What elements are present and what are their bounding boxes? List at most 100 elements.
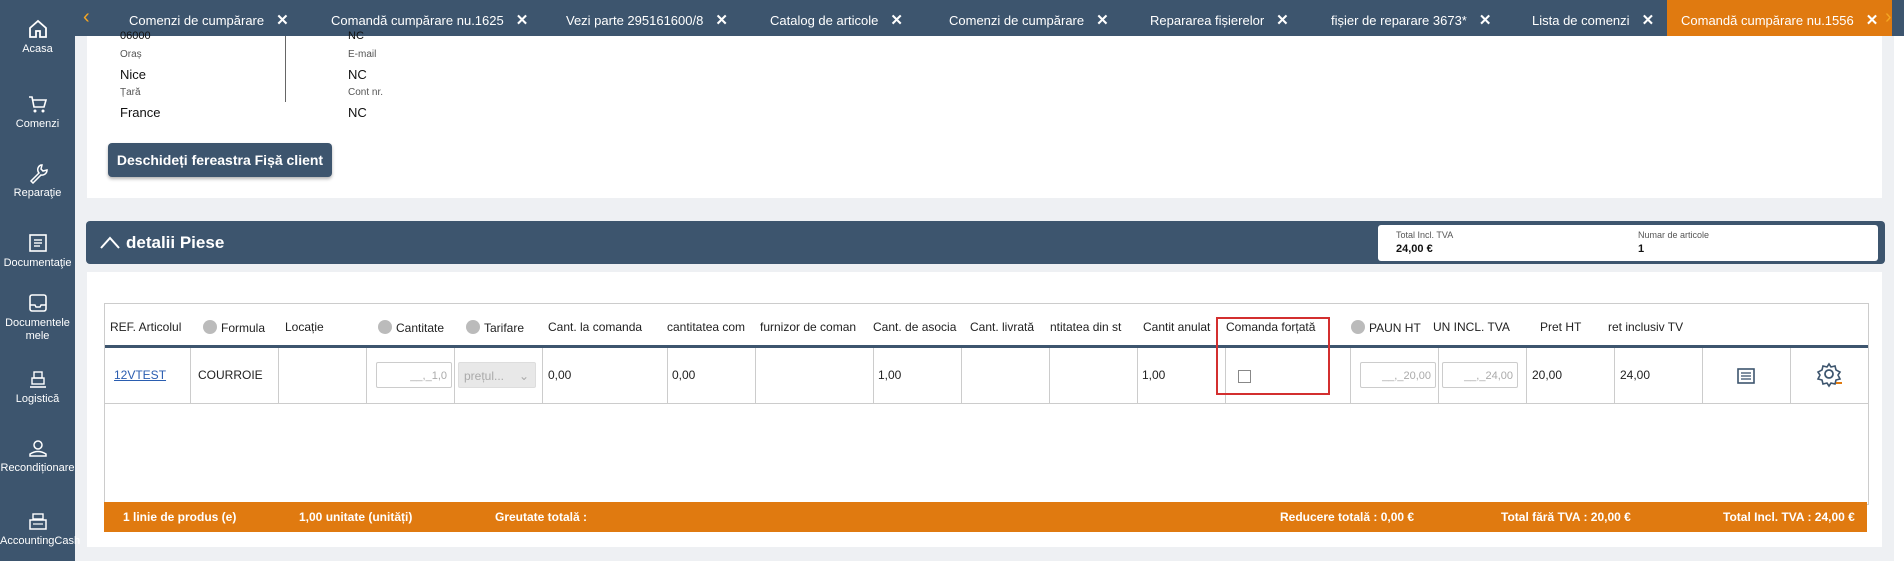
total-incl-value: 24,00 € (1396, 243, 1433, 255)
sidebar-item-label: Documentaţie (3, 257, 72, 269)
email-label: E-mail (348, 49, 377, 60)
column-header[interactable]: Tarifare (466, 320, 541, 335)
total-discount: Reducere totală : 0,00 € (1280, 510, 1415, 524)
tab-label: Catalog de articole (770, 13, 879, 28)
city-label: Oraș (120, 49, 142, 60)
country-value: France (120, 105, 161, 120)
tab-label: Comandă cumpărare nu.1556 (1681, 13, 1854, 28)
formula-value: COURROIE (198, 368, 263, 382)
sidebar-item-label: Comenzi (15, 118, 60, 130)
section-title: detalii Piese (126, 233, 225, 252)
sidebar-item-acasa[interactable]: Acasa (0, 18, 75, 56)
pricing-select[interactable]: prețul... ⌄ (458, 362, 536, 388)
recondition-icon (28, 440, 47, 457)
tab-catalog-articole[interactable]: Catalog de articole ✕ (770, 0, 903, 36)
visibility-icon[interactable] (378, 320, 392, 334)
cash-register-icon (28, 513, 47, 530)
postal-code-value: 06000 (120, 30, 151, 42)
visibility-icon[interactable] (203, 320, 217, 334)
column-header[interactable]: UN INCL. TVA (1433, 320, 1513, 334)
paun-ht-input[interactable]: __,_20,00 (1360, 362, 1436, 388)
column-header[interactable]: PAUN HT (1351, 320, 1431, 335)
city-value: Nice (120, 67, 147, 82)
tab-fisier-reparare[interactable]: fișier de reparare 3673* ✕ (1331, 0, 1491, 36)
tab-scroll-left-icon[interactable]: ‹ (83, 6, 90, 29)
scrollbar[interactable] (1894, 36, 1904, 561)
open-client-file-button[interactable]: Deschideți fereastra Fișă client (108, 143, 332, 177)
cart-icon (28, 96, 47, 113)
cant-comanda-value: 0,00 (548, 368, 572, 382)
sidebar: Acasa Comenzi Reparaţie Documentaţie Doc… (0, 0, 81, 561)
sidebar-item-label: Acasa (22, 43, 53, 55)
column-header[interactable]: Pret HT (1540, 320, 1600, 334)
totals-footer: 1 linie de produs (e) 1,00 unitate (unit… (104, 502, 1867, 532)
logistics-icon (29, 371, 46, 388)
sidebar-item-reconditionare[interactable]: Recondiționare (0, 437, 75, 475)
summary-box: Total Incl. TVA 24,00 € Numar de articol… (1378, 225, 1878, 261)
visibility-icon[interactable] (466, 320, 480, 334)
column-header[interactable]: Cant. de asocia (873, 320, 957, 334)
column-header[interactable]: ret inclusiv TV (1608, 320, 1693, 334)
column-header[interactable]: Locație (285, 320, 345, 334)
sidebar-item-reparatie[interactable]: Reparaţie (0, 162, 75, 200)
column-header[interactable]: Cantitate (378, 320, 458, 335)
tab-label: Lista de comenzi (1532, 13, 1630, 28)
table-row[interactable]: 12VTEST COURROIE __,_1,0 prețul... ⌄ 0,00… (105, 348, 1868, 404)
tab-label: Repararea fișierelor (1150, 13, 1265, 28)
forced-order-highlight (1216, 317, 1330, 395)
tab-comenzi-cumparare-1[interactable]: Comenzi de cumpărare ✕ (129, 0, 289, 36)
divider (285, 36, 286, 102)
postal-right-value: NC (348, 30, 364, 42)
sidebar-item-documentele-mele[interactable]: Documentele mele (0, 292, 75, 343)
column-header[interactable]: Cant. livrată (970, 320, 1042, 334)
un-incl-tva-input[interactable]: __,_24,00 (1442, 362, 1518, 388)
total-incl-label: Total Incl. TVA (1396, 230, 1454, 240)
column-header[interactable]: ntitatea din st (1050, 320, 1132, 334)
total-incl-tva: Total Incl. TVA : 24,00 € (1723, 510, 1855, 524)
sidebar-item-accountingcash[interactable]: AccountingCash (0, 510, 81, 548)
column-header[interactable]: Cant. la comanda (548, 320, 648, 334)
tab-repararea-fisierelor[interactable]: Repararea fișierelor ✕ (1150, 0, 1289, 36)
parts-table: REF. Articolul Formula Locație Cantitate… (104, 303, 1869, 505)
sidebar-item-label: Documentele mele (5, 317, 70, 342)
sidebar-item-documentatie[interactable]: Documentaţie (0, 232, 75, 270)
gear-icon[interactable] (1816, 361, 1844, 389)
total-excl-tva: Total fără TVA : 20,00 € (1501, 510, 1631, 524)
ref-link[interactable]: 12VTEST (114, 368, 166, 382)
document-icon (28, 234, 47, 252)
sidebar-item-label: Reparaţie (13, 187, 62, 199)
clipboard-icon[interactable] (1736, 367, 1756, 385)
units-count: 1,00 unitate (unități) (299, 510, 413, 524)
account-label: Cont nr. (348, 87, 384, 98)
pricing-select-value: prețul... (464, 369, 505, 383)
sidebar-item-label: Logistică (15, 393, 60, 405)
tab-scroll-right-icon[interactable]: › (1885, 6, 1892, 29)
tab-lista-comenzi[interactable]: Lista de comenzi ✕ (1532, 0, 1654, 36)
country-label: Țară (120, 87, 141, 98)
sidebar-item-label: AccountingCash (0, 535, 81, 547)
column-header[interactable]: furnizor de coman (760, 320, 856, 334)
email-value: NC (348, 67, 367, 82)
sidebar-item-comenzi[interactable]: Comenzi (0, 93, 75, 131)
visibility-icon[interactable] (1351, 320, 1365, 334)
sidebar-item-logistica[interactable]: Logistică (0, 368, 75, 406)
tab-label: Comenzi de cumpărare (129, 13, 265, 28)
total-weight: Greutate totală : (495, 510, 588, 524)
cantitatea-com-value: 0,00 (672, 368, 696, 382)
tab-vezi-parte[interactable]: Vezi parte 295161600/8 ✕ (566, 0, 728, 36)
cant-anulat-value: 1,00 (1142, 368, 1166, 382)
quantity-input[interactable]: __,_1,0 (376, 362, 452, 388)
column-header[interactable]: REF. Articolul (110, 320, 185, 334)
num-articles-value: 1 (1638, 243, 1645, 255)
product-lines-count: 1 linie de produs (e) (123, 510, 237, 524)
tab-comanda-1556[interactable]: Comandă cumpărare nu.1556 ✕ (1667, 0, 1893, 36)
tab-comenzi-cumparare-2[interactable]: Comenzi de cumpărare ✕ (949, 0, 1109, 36)
column-header[interactable]: Cantit anulat (1143, 320, 1219, 334)
column-header[interactable]: cantitatea com (667, 320, 753, 334)
account-value: NC (348, 105, 367, 120)
tab-label: Vezi parte 295161600/8 (566, 13, 704, 28)
sidebar-item-label: Recondiționare (0, 462, 75, 474)
column-header[interactable]: Formula (203, 320, 273, 335)
chevron-up-icon[interactable] (99, 234, 121, 250)
pret-incl-value: 24,00 (1620, 368, 1651, 382)
